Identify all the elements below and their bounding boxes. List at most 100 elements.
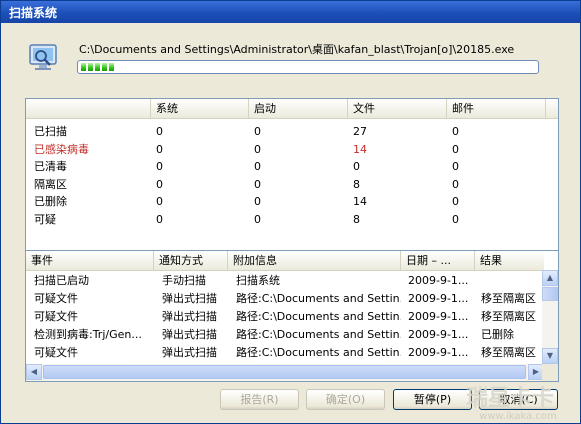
stats-header-system[interactable]: 系统 bbox=[151, 99, 249, 118]
event-cell-notify: 手动扫描 bbox=[162, 274, 206, 287]
stats-cell-system: 0 bbox=[156, 125, 163, 138]
stats-cell-startup: 0 bbox=[254, 212, 261, 226]
event-cell-result: 移至隔离区 bbox=[481, 346, 536, 359]
event-cell-notify: 弹出式扫描 bbox=[162, 292, 217, 305]
progress-segment bbox=[81, 63, 86, 71]
stats-cell-system: 0 bbox=[156, 212, 163, 226]
stats-cell-mail: 0 bbox=[452, 142, 459, 156]
stats-header-mail[interactable]: 邮件 bbox=[447, 99, 546, 118]
event-cell-notify: 弹出式扫描 bbox=[162, 346, 217, 359]
horizontal-scroll-thumb[interactable] bbox=[43, 365, 526, 379]
window-title: 扫描系统 bbox=[9, 6, 58, 20]
stats-cell-label: 已扫描 bbox=[34, 125, 67, 138]
event-cell-event: 可疑文件 bbox=[34, 310, 78, 323]
event-cell-info: 路径:C:\Documents and Settin... bbox=[236, 310, 401, 323]
event-cell-event: 可疑文件 bbox=[34, 346, 78, 359]
stats-cell-label: 可疑 bbox=[34, 212, 56, 226]
stats-cell-system: 0 bbox=[156, 160, 163, 173]
pause-button[interactable]: 暂停(P) bbox=[393, 389, 472, 410]
scan-file-path: C:\Documents and Settings\Administrator\… bbox=[79, 43, 515, 56]
stats-cell-system: 0 bbox=[156, 195, 163, 208]
stats-cell-system: 0 bbox=[156, 177, 163, 191]
event-cell-date: 2009-9-1... bbox=[408, 274, 469, 287]
event-cell-date: 2009-9-1... bbox=[408, 310, 469, 323]
stats-row: 已清毒 0 0 0 0 bbox=[26, 158, 558, 175]
event-cell-date: 2009-9-1... bbox=[408, 292, 469, 305]
event-cell-result: 已删除 bbox=[481, 328, 514, 341]
event-cell-date: 2009-9-1... bbox=[408, 328, 469, 341]
stats-cell-files: 8 bbox=[353, 177, 360, 191]
event-cell-info: 路径:C:\Documents and Settin... bbox=[236, 346, 401, 359]
scan-monitor-icon bbox=[29, 44, 57, 70]
event-cell-notify: 弹出式扫描 bbox=[162, 310, 217, 323]
events-header-result[interactable]: 结果 bbox=[475, 251, 544, 270]
event-row[interactable]: 检测到病毒:Trj/Gen... 弹出式扫描 路径:C:\Documents and… bbox=[26, 326, 544, 344]
stats-cell-mail: 0 bbox=[452, 125, 459, 138]
stats-cell-startup: 0 bbox=[254, 160, 261, 173]
scroll-up-icon[interactable]: ▲ bbox=[542, 270, 558, 286]
stats-cell-startup: 0 bbox=[254, 195, 261, 208]
event-cell-date: 2009-9-1... bbox=[408, 346, 469, 359]
stats-header-files[interactable]: 文件 bbox=[348, 99, 447, 118]
stats-cell-files: 27 bbox=[353, 125, 367, 138]
scroll-left-icon[interactable]: ◀ bbox=[26, 364, 42, 380]
vertical-scroll-thumb[interactable] bbox=[542, 287, 558, 301]
stats-cell-system: 0 bbox=[156, 142, 163, 156]
progress-segment bbox=[95, 63, 100, 71]
event-cell-result: 移至隔离区 bbox=[481, 310, 536, 323]
stats-row: 已感染病毒 0 0 14 0 bbox=[26, 141, 558, 158]
event-cell-event: 检测到病毒:Trj/Gen... bbox=[34, 328, 142, 341]
window-client: C:\Documents and Settings\Administrator\… bbox=[1, 23, 580, 423]
stats-cell-files: 8 bbox=[353, 212, 360, 226]
ikaka-watermark: 瑞星卡卡 www.ikaka.com bbox=[466, 386, 557, 422]
stats-cell-label: 已清毒 bbox=[34, 160, 67, 173]
stats-cell-startup: 0 bbox=[254, 177, 261, 191]
event-cell-result bbox=[481, 272, 544, 290]
stats-cell-files: 14 bbox=[353, 142, 367, 156]
event-cell-event: 可疑文件 bbox=[34, 292, 78, 305]
stats-row: 已扫描 0 0 27 0 bbox=[26, 123, 558, 140]
events-header-info[interactable]: 附加信息 bbox=[228, 251, 401, 270]
events-header-event[interactable]: 事件 bbox=[26, 251, 154, 270]
stats-row: 隔离区 0 0 8 0 bbox=[26, 176, 558, 193]
stats-cell-label: 已感染病毒 bbox=[34, 142, 89, 156]
stats-row: 已删除 0 0 14 0 bbox=[26, 193, 558, 210]
report-button[interactable]: 报告(R) bbox=[220, 389, 299, 410]
event-cell-info: 路径:C:\Documents and Settin... bbox=[236, 292, 401, 305]
title-bar[interactable]: 扫描系统 bbox=[1, 1, 580, 23]
event-row[interactable]: 可疑文件 弹出式扫描 路径:C:\Documents and Settin... 20… bbox=[26, 308, 544, 326]
events-vertical-scrollbar[interactable]: ▲ ▼ bbox=[542, 270, 558, 364]
scan-progress-fill bbox=[81, 63, 114, 71]
events-header-notify[interactable]: 通知方式 bbox=[154, 251, 228, 270]
event-cell-info: 扫描系统 bbox=[236, 274, 280, 287]
stats-header-filler bbox=[546, 99, 560, 118]
event-row[interactable]: 扫描已启动 手动扫描 扫描系统 2009-9-1... bbox=[26, 272, 544, 290]
stats-cell-mail: 0 bbox=[452, 160, 459, 173]
stats-cell-files: 0 bbox=[353, 160, 360, 173]
scroll-down-icon[interactable]: ▼ bbox=[542, 348, 558, 364]
event-row[interactable]: 可疑文件 弹出式扫描 路径:C:\Documents and Settin... 20… bbox=[26, 290, 544, 308]
watermark-url: www.ikaka.com bbox=[479, 411, 557, 422]
progress-segment bbox=[109, 63, 114, 71]
events-header-date[interactable]: 日期 – ... bbox=[401, 251, 475, 270]
stats-cell-mail: 0 bbox=[452, 212, 459, 226]
event-cell-notify: 弹出式扫描 bbox=[162, 328, 217, 341]
event-log-table: 事件 通知方式 附加信息 日期 – ... 结果 扫描已启动 手动扫描 扫描系统 20… bbox=[25, 250, 559, 382]
stats-cell-mail: 0 bbox=[452, 177, 459, 191]
event-cell-result: 移至隔离区 bbox=[481, 292, 536, 305]
stats-header: 系统 启动 文件 邮件 bbox=[26, 99, 558, 119]
watermark-logo-text: 瑞星卡卡 bbox=[466, 386, 554, 411]
stats-cell-startup: 0 bbox=[254, 125, 261, 138]
progress-segment bbox=[102, 63, 107, 71]
stats-header-blank[interactable] bbox=[26, 99, 151, 118]
confirm-button[interactable]: 确定(O) bbox=[306, 389, 385, 410]
progress-segment bbox=[88, 63, 93, 71]
stats-cell-files: 14 bbox=[353, 195, 367, 208]
stats-header-startup[interactable]: 启动 bbox=[249, 99, 348, 118]
stats-cell-label: 隔离区 bbox=[34, 177, 67, 191]
stats-cell-startup: 0 bbox=[254, 142, 261, 156]
stats-cell-mail: 0 bbox=[452, 195, 459, 208]
event-cell-info: 路径:C:\Documents and Settin... bbox=[236, 328, 401, 341]
scan-progress-bar bbox=[77, 60, 539, 74]
event-row[interactable]: 可疑文件 弹出式扫描 路径:C:\Documents and Settin... 20… bbox=[26, 344, 544, 362]
